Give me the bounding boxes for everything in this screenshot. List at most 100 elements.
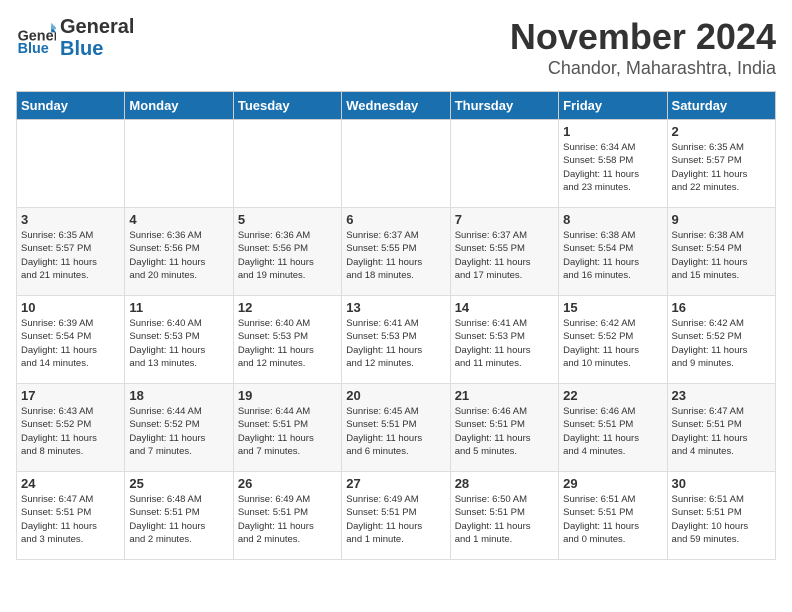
logo-blue: Blue	[60, 38, 134, 60]
calendar-cell: 9 Sunrise: 6:38 AM Sunset: 5:54 PM Daylig…	[667, 208, 775, 296]
calendar-cell: 4 Sunrise: 6:36 AM Sunset: 5:56 PM Daylig…	[125, 208, 233, 296]
calendar-cell: 2 Sunrise: 6:35 AM Sunset: 5:57 PM Daylig…	[667, 120, 775, 208]
calendar-cell	[17, 120, 125, 208]
calendar-cell: 12 Sunrise: 6:40 AM Sunset: 5:53 PM Dayli…	[233, 296, 341, 384]
calendar-cell: 21 Sunrise: 6:46 AM Sunset: 5:51 PM Dayli…	[450, 384, 558, 472]
day-info: Sunrise: 6:40 AM Sunset: 5:53 PM Dayligh…	[129, 317, 228, 370]
day-number: 4	[129, 212, 228, 227]
calendar-cell: 1 Sunrise: 6:34 AM Sunset: 5:58 PM Daylig…	[559, 120, 667, 208]
calendar-cell: 17 Sunrise: 6:43 AM Sunset: 5:52 PM Dayli…	[17, 384, 125, 472]
calendar-cell: 14 Sunrise: 6:41 AM Sunset: 5:53 PM Dayli…	[450, 296, 558, 384]
day-number: 19	[238, 388, 337, 403]
day-number: 3	[21, 212, 120, 227]
calendar-cell	[233, 120, 341, 208]
day-info: Sunrise: 6:46 AM Sunset: 5:51 PM Dayligh…	[563, 405, 662, 458]
calendar-cell: 6 Sunrise: 6:37 AM Sunset: 5:55 PM Daylig…	[342, 208, 450, 296]
day-number: 15	[563, 300, 662, 315]
calendar-cell	[125, 120, 233, 208]
calendar-cell: 20 Sunrise: 6:45 AM Sunset: 5:51 PM Dayli…	[342, 384, 450, 472]
day-info: Sunrise: 6:35 AM Sunset: 5:57 PM Dayligh…	[21, 229, 120, 282]
day-info: Sunrise: 6:41 AM Sunset: 5:53 PM Dayligh…	[455, 317, 554, 370]
day-info: Sunrise: 6:38 AM Sunset: 5:54 PM Dayligh…	[672, 229, 771, 282]
day-info: Sunrise: 6:49 AM Sunset: 5:51 PM Dayligh…	[238, 493, 337, 546]
day-number: 9	[672, 212, 771, 227]
col-header-wednesday: Wednesday	[342, 92, 450, 120]
day-number: 24	[21, 476, 120, 491]
day-info: Sunrise: 6:36 AM Sunset: 5:56 PM Dayligh…	[238, 229, 337, 282]
calendar-cell: 3 Sunrise: 6:35 AM Sunset: 5:57 PM Daylig…	[17, 208, 125, 296]
day-info: Sunrise: 6:36 AM Sunset: 5:56 PM Dayligh…	[129, 229, 228, 282]
calendar-cell: 16Sunrise: 6:42 AM Sunset: 5:52 PM Dayli…	[667, 296, 775, 384]
col-header-friday: Friday	[559, 92, 667, 120]
month-title: November 2024	[510, 16, 776, 58]
col-header-saturday: Saturday	[667, 92, 775, 120]
day-number: 11	[129, 300, 228, 315]
day-info: Sunrise: 6:44 AM Sunset: 5:52 PM Dayligh…	[129, 405, 228, 458]
calendar-cell: 5 Sunrise: 6:36 AM Sunset: 5:56 PM Daylig…	[233, 208, 341, 296]
day-number: 2	[672, 124, 771, 139]
day-number: 23	[672, 388, 771, 403]
day-number: 25	[129, 476, 228, 491]
calendar-cell: 8 Sunrise: 6:38 AM Sunset: 5:54 PM Daylig…	[559, 208, 667, 296]
day-number: 28	[455, 476, 554, 491]
day-info: Sunrise: 6:37 AM Sunset: 5:55 PM Dayligh…	[346, 229, 445, 282]
calendar-cell: 24 Sunrise: 6:47 AM Sunset: 5:51 PM Dayli…	[17, 472, 125, 560]
day-number: 30	[672, 476, 771, 491]
day-info: Sunrise: 6:42 AM Sunset: 5:52 PM Dayligh…	[672, 317, 771, 370]
day-info: Sunrise: 6:42 AM Sunset: 5:52 PM Dayligh…	[563, 317, 662, 370]
day-number: 8	[563, 212, 662, 227]
day-info: Sunrise: 6:38 AM Sunset: 5:54 PM Dayligh…	[563, 229, 662, 282]
calendar-cell: 29 Sunrise: 6:51 AM Sunset: 5:51 PM Dayli…	[559, 472, 667, 560]
day-number: 14	[455, 300, 554, 315]
day-info: Sunrise: 6:48 AM Sunset: 5:51 PM Dayligh…	[129, 493, 228, 546]
day-number: 10	[21, 300, 120, 315]
calendar-cell: 18 Sunrise: 6:44 AM Sunset: 5:52 PM Dayli…	[125, 384, 233, 472]
day-info: Sunrise: 6:34 AM Sunset: 5:58 PM Dayligh…	[563, 141, 662, 194]
calendar-cell	[342, 120, 450, 208]
calendar-cell: 28Sunrise: 6:50 AM Sunset: 5:51 PM Dayli…	[450, 472, 558, 560]
day-number: 6	[346, 212, 445, 227]
day-number: 27	[346, 476, 445, 491]
calendar-cell: 15 Sunrise: 6:42 AM Sunset: 5:52 PM Dayli…	[559, 296, 667, 384]
calendar-cell: 27 Sunrise: 6:49 AM Sunset: 5:51 PM Dayli…	[342, 472, 450, 560]
day-info: Sunrise: 6:46 AM Sunset: 5:51 PM Dayligh…	[455, 405, 554, 458]
calendar-cell: 10Sunrise: 6:39 AM Sunset: 5:54 PM Dayli…	[17, 296, 125, 384]
day-info: Sunrise: 6:51 AM Sunset: 5:51 PM Dayligh…	[672, 493, 771, 546]
day-number: 21	[455, 388, 554, 403]
day-info: Sunrise: 6:49 AM Sunset: 5:51 PM Dayligh…	[346, 493, 445, 546]
day-number: 18	[129, 388, 228, 403]
title-area: November 2024 Chandor, Maharashtra, Indi…	[510, 16, 776, 79]
calendar: SundayMondayTuesdayWednesdayThursdayFrid…	[16, 91, 776, 560]
day-info: Sunrise: 6:47 AM Sunset: 5:51 PM Dayligh…	[21, 493, 120, 546]
day-number: 26	[238, 476, 337, 491]
col-header-sunday: Sunday	[17, 92, 125, 120]
logo-icon: General Blue	[16, 18, 56, 58]
calendar-cell: 7Sunrise: 6:37 AM Sunset: 5:55 PM Daylig…	[450, 208, 558, 296]
day-info: Sunrise: 6:51 AM Sunset: 5:51 PM Dayligh…	[563, 493, 662, 546]
day-info: Sunrise: 6:45 AM Sunset: 5:51 PM Dayligh…	[346, 405, 445, 458]
calendar-cell	[450, 120, 558, 208]
calendar-cell: 25 Sunrise: 6:48 AM Sunset: 5:51 PM Dayli…	[125, 472, 233, 560]
day-number: 17	[21, 388, 120, 403]
day-number: 7	[455, 212, 554, 227]
day-number: 1	[563, 124, 662, 139]
logo-general: General	[60, 16, 134, 38]
day-info: Sunrise: 6:35 AM Sunset: 5:57 PM Dayligh…	[672, 141, 771, 194]
day-number: 13	[346, 300, 445, 315]
location-title: Chandor, Maharashtra, India	[510, 58, 776, 79]
calendar-cell: 22Sunrise: 6:46 AM Sunset: 5:51 PM Dayli…	[559, 384, 667, 472]
col-header-thursday: Thursday	[450, 92, 558, 120]
day-info: Sunrise: 6:43 AM Sunset: 5:52 PM Dayligh…	[21, 405, 120, 458]
day-info: Sunrise: 6:47 AM Sunset: 5:51 PM Dayligh…	[672, 405, 771, 458]
day-info: Sunrise: 6:40 AM Sunset: 5:53 PM Dayligh…	[238, 317, 337, 370]
day-number: 20	[346, 388, 445, 403]
calendar-cell: 11 Sunrise: 6:40 AM Sunset: 5:53 PM Dayli…	[125, 296, 233, 384]
col-header-tuesday: Tuesday	[233, 92, 341, 120]
day-number: 5	[238, 212, 337, 227]
calendar-cell: 19Sunrise: 6:44 AM Sunset: 5:51 PM Dayli…	[233, 384, 341, 472]
calendar-cell: 26 Sunrise: 6:49 AM Sunset: 5:51 PM Dayli…	[233, 472, 341, 560]
day-info: Sunrise: 6:41 AM Sunset: 5:53 PM Dayligh…	[346, 317, 445, 370]
day-number: 29	[563, 476, 662, 491]
day-number: 12	[238, 300, 337, 315]
calendar-cell: 30 Sunrise: 6:51 AM Sunset: 5:51 PM Dayli…	[667, 472, 775, 560]
